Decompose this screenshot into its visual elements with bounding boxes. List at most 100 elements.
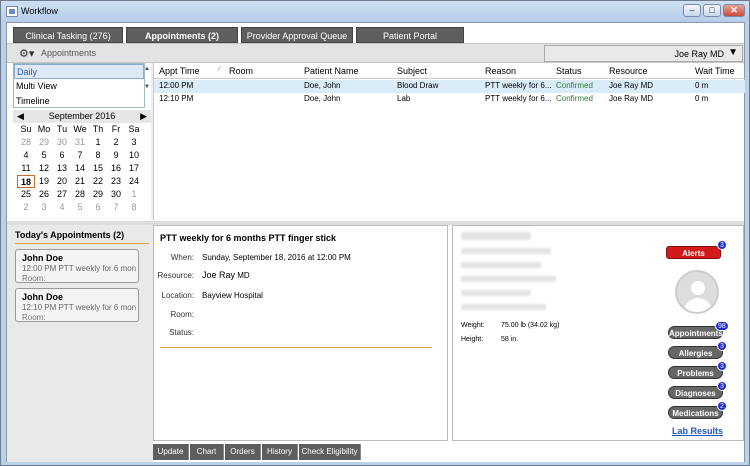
calendar-day[interactable]: 14 xyxy=(71,162,89,175)
tab-clinical-tasking[interactable]: Clinical Tasking (276) xyxy=(13,27,123,43)
grid-header: Appt Time ⁄ Room Patient Name Subject Re… xyxy=(154,63,745,79)
cell-subject: Blood Draw xyxy=(397,81,439,90)
tab-provider-approval-queue[interactable]: Provider Approval Queue xyxy=(241,27,353,43)
diagnoses-button[interactable]: Diagnoses xyxy=(668,386,723,399)
calendar-day[interactable]: 8 xyxy=(125,201,143,214)
calendar-day[interactable]: 21 xyxy=(71,175,89,188)
calendar-day[interactable]: 22 xyxy=(89,175,107,188)
view-multi[interactable]: Multi View xyxy=(14,79,144,94)
calendar-day[interactable]: 7 xyxy=(71,149,89,162)
col-reason[interactable]: Reason xyxy=(485,66,516,76)
calendar-day[interactable]: 7 xyxy=(107,201,125,214)
calendar-day[interactable]: 5 xyxy=(35,149,53,162)
appointment-card[interactable]: John Doe 12:00 PM PTT weekly for 6 month… xyxy=(15,249,139,283)
table-row[interactable]: 12:00 PM Doe, John Blood Draw PTT weekly… xyxy=(154,80,745,93)
calendar-day[interactable]: 30 xyxy=(107,188,125,201)
calendar-day[interactable]: 28 xyxy=(17,136,35,149)
calendar-day[interactable]: 15 xyxy=(89,162,107,175)
next-month-icon[interactable]: ▶ xyxy=(140,110,147,123)
calendar-day[interactable]: 18 xyxy=(17,175,35,188)
calendar-day[interactable]: 5 xyxy=(71,201,89,214)
calendar-day[interactable]: 13 xyxy=(53,162,71,175)
tab-orders[interactable]: Orders xyxy=(225,444,261,460)
col-room[interactable]: Room xyxy=(229,66,253,76)
calendar-dow: Mo xyxy=(37,124,51,134)
calendar-day[interactable]: 19 xyxy=(35,175,53,188)
minimize-button[interactable]: ‒ xyxy=(683,4,701,17)
calendar-day[interactable]: 27 xyxy=(53,188,71,201)
medications-button[interactable]: Medications xyxy=(668,406,723,419)
calendar-day[interactable]: 8 xyxy=(89,149,107,162)
cell-time: 12:00 PM xyxy=(159,81,194,90)
calendar-day[interactable]: 2 xyxy=(17,201,35,214)
view-list: Daily Multi View Timeline ▲ ▼ xyxy=(13,63,150,109)
cell-subject: Lab xyxy=(397,94,411,103)
col-status[interactable]: Status xyxy=(556,66,582,76)
tab-update[interactable]: Update xyxy=(153,444,189,460)
view-timeline[interactable]: Timeline xyxy=(14,94,144,109)
calendar-day[interactable]: 6 xyxy=(53,149,71,162)
patient-avatar xyxy=(675,270,719,314)
action-tabs: Update Chart Orders History Check Eligib… xyxy=(153,442,744,462)
calendar-day[interactable]: 23 xyxy=(107,175,125,188)
calendar-day[interactable]: 29 xyxy=(35,136,53,149)
calendar-day[interactable]: 9 xyxy=(107,149,125,162)
user-selector[interactable]: Joe Ray MD ▼ xyxy=(544,45,743,62)
prev-month-icon[interactable]: ◀ xyxy=(17,110,24,123)
col-patient-name[interactable]: Patient Name xyxy=(304,66,359,76)
problems-button[interactable]: Problems xyxy=(668,366,723,379)
table-row[interactable]: 12:10 PM Doe, John Lab PTT weekly for 6.… xyxy=(154,93,745,106)
when-label: When: xyxy=(170,253,194,262)
main-client: Clinical Tasking (276) Appointments (2) … xyxy=(6,22,745,462)
allergies-button[interactable]: Allergies xyxy=(668,346,723,359)
calendar-day[interactable]: 4 xyxy=(17,149,35,162)
calendar-day[interactable]: 30 xyxy=(53,136,71,149)
col-subject[interactable]: Subject xyxy=(397,66,427,76)
header-underline xyxy=(15,243,149,244)
alerts-button[interactable]: Alerts xyxy=(666,246,721,259)
calendar-day[interactable]: 6 xyxy=(89,201,107,214)
diagnoses-badge: 3 xyxy=(717,381,727,391)
calendar-day[interactable]: 20 xyxy=(53,175,71,188)
tab-check-eligibility[interactable]: Check Eligibility xyxy=(299,444,361,460)
calendar-day[interactable]: 24 xyxy=(125,175,143,188)
view-daily[interactable]: Daily xyxy=(14,64,144,79)
calendar-day[interactable]: 26 xyxy=(35,188,53,201)
calendar-grid: Su Mo Tu We Th Fr Sa 28 29 30 31 1 2 3 4 5 6 7 8 9 10 11 12 13 1… xyxy=(17,123,151,214)
calendar-day[interactable]: 4 xyxy=(53,201,71,214)
maximize-button[interactable]: □ xyxy=(703,4,721,17)
tab-appointments[interactable]: Appointments (2) xyxy=(126,27,238,43)
redacted-info xyxy=(461,290,531,296)
calendar-day[interactable]: 1 xyxy=(89,136,107,149)
resource-name: Joe Ray xyxy=(202,270,236,280)
calendar-day[interactable]: 28 xyxy=(71,188,89,201)
col-resource[interactable]: Resource xyxy=(609,66,648,76)
calendar-day[interactable]: 10 xyxy=(125,149,143,162)
close-button[interactable]: ✕ xyxy=(723,4,745,17)
cell-reason: PTT weekly for 6... xyxy=(485,81,552,90)
col-appt-time[interactable]: Appt Time xyxy=(159,66,200,76)
calendar-day[interactable]: 12 xyxy=(35,162,53,175)
gear-icon[interactable]: ⚙▾ xyxy=(19,47,34,60)
tab-chart[interactable]: Chart xyxy=(190,444,224,460)
calendar-dow: Sa xyxy=(128,124,140,134)
lab-results-link[interactable]: Lab Results xyxy=(672,426,723,436)
calendar-day[interactable]: 11 xyxy=(17,162,35,175)
tab-patient-portal[interactable]: Patient Portal xyxy=(356,27,464,43)
view-scroll-arrows[interactable]: ▲ ▼ xyxy=(144,66,150,90)
calendar-day[interactable]: 16 xyxy=(107,162,125,175)
allergies-badge: 3 xyxy=(717,341,727,351)
calendar-day[interactable]: 3 xyxy=(35,201,53,214)
calendar-day[interactable]: 2 xyxy=(107,136,125,149)
calendar-day[interactable]: 17 xyxy=(125,162,143,175)
calendar-dow: Th xyxy=(92,124,104,134)
resource-suffix: MD xyxy=(237,271,250,280)
tab-history[interactable]: History xyxy=(262,444,298,460)
calendar-day[interactable]: 1 xyxy=(125,188,143,201)
calendar-day[interactable]: 31 xyxy=(71,136,89,149)
col-wait-time[interactable]: Wait Time xyxy=(695,66,735,76)
calendar-day[interactable]: 29 xyxy=(89,188,107,201)
calendar-day[interactable]: 25 xyxy=(17,188,35,201)
appointment-card[interactable]: John Doe 12:10 PM PTT weekly for 6 month… xyxy=(15,288,139,322)
calendar-day[interactable]: 3 xyxy=(125,136,143,149)
